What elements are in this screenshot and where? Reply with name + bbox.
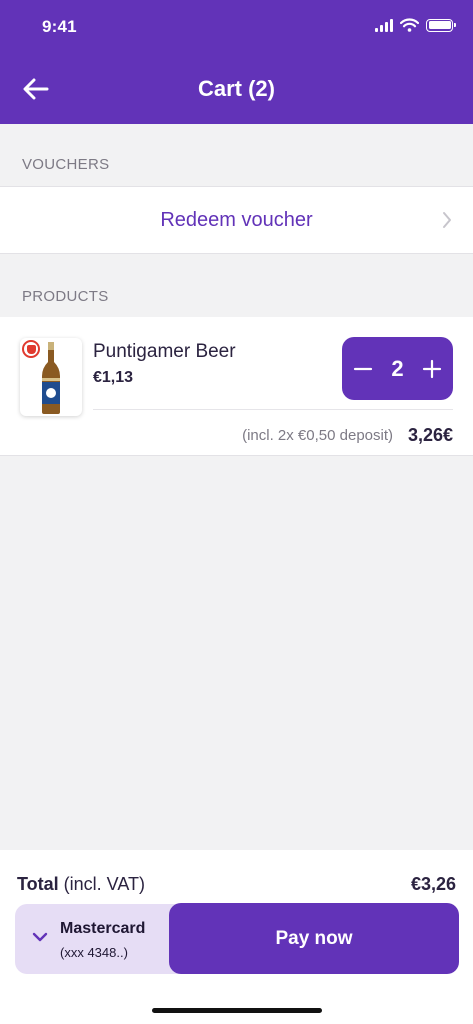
wifi-icon <box>400 18 419 32</box>
deposit-note: (incl. 2x €0,50 deposit) <box>242 427 393 444</box>
total-label-strong: Total <box>17 874 59 894</box>
battery-icon <box>426 18 456 32</box>
product-price: €1,13 <box>93 369 134 386</box>
quantity-stepper[interactable]: 2 <box>342 337 453 400</box>
redeem-voucher-label: Redeem voucher <box>160 208 313 231</box>
total-value: €3,26 <box>410 874 456 894</box>
products-section-label: PRODUCTS <box>22 288 109 305</box>
checkout-footer: Total (incl. VAT) €3,26 Mastercard (xxx … <box>0 850 473 1024</box>
payment-method-name: Mastercard <box>60 920 146 937</box>
plus-icon <box>422 359 442 378</box>
total-label-suffix: (incl. VAT) <box>58 874 146 894</box>
status-time: 9:41 <box>42 17 77 36</box>
pay-now-button[interactable]: Pay now <box>169 903 459 974</box>
quantity-value: 2 <box>391 355 404 381</box>
chevron-down-icon <box>32 932 48 942</box>
line-total: 3,26€ <box>407 425 453 445</box>
chevron-right-icon <box>443 212 451 228</box>
total-label: Total (incl. VAT) <box>17 874 145 895</box>
product-list: Puntigamer Beer €1,13 2 (incl. 2x €0,50 … <box>0 317 473 456</box>
payment-method-number: (xxx 4348..) <box>60 945 128 960</box>
home-indicator <box>152 1008 322 1013</box>
status-icons <box>375 18 456 32</box>
decrease-button[interactable] <box>352 358 374 380</box>
redeem-voucher-button[interactable]: Redeem voucher <box>0 186 473 254</box>
vouchers-section-label: VOUCHERS <box>22 156 110 173</box>
product-name: Puntigamer Beer <box>93 341 236 362</box>
increase-button[interactable] <box>421 358 443 380</box>
signal-icon <box>375 18 393 32</box>
divider <box>93 409 453 410</box>
header: 9:41 Cart (2) <box>0 0 473 124</box>
minus-icon <box>353 367 373 370</box>
hand-stop-icon <box>22 340 40 358</box>
page-title: Cart (2) <box>197 76 275 101</box>
